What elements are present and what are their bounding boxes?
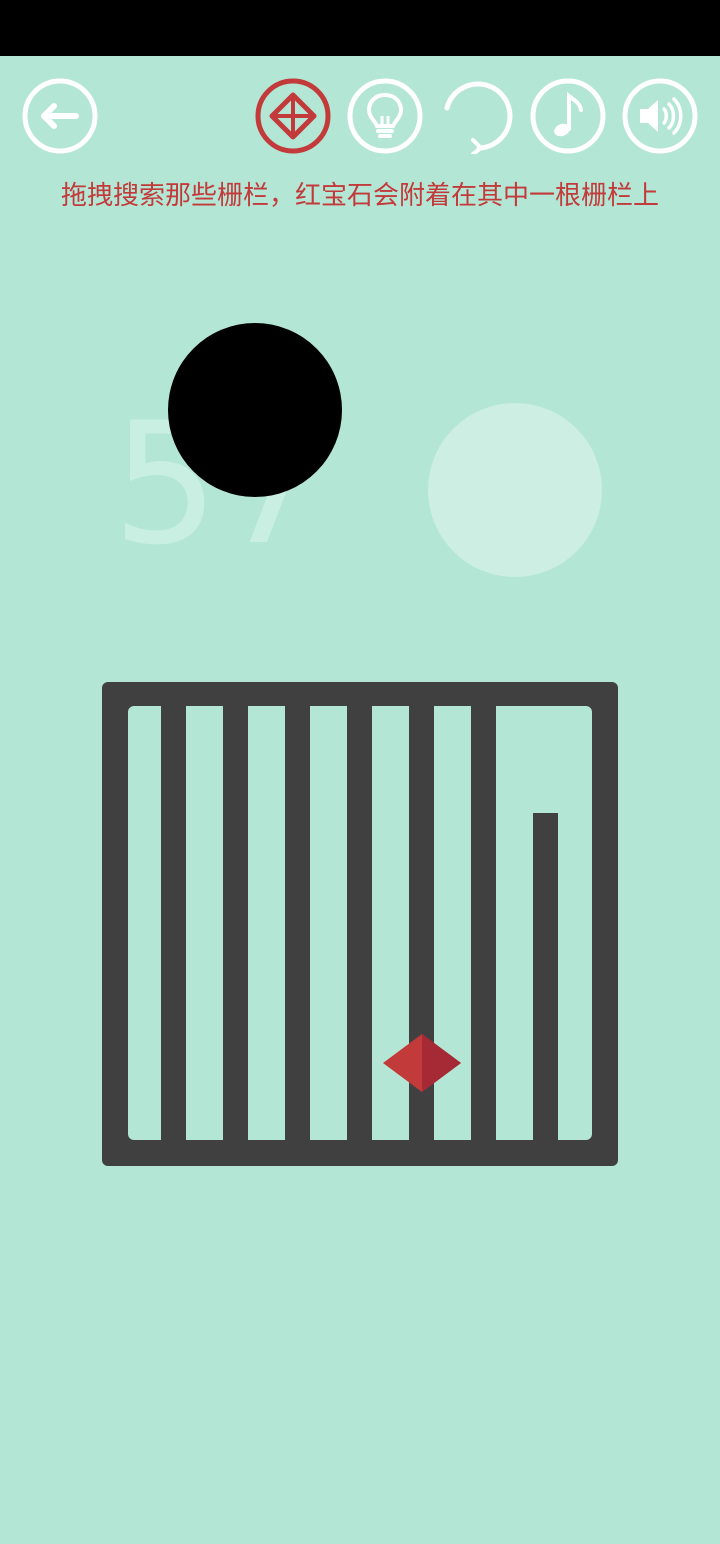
sound-button[interactable] xyxy=(622,78,698,154)
ruby-gem[interactable] xyxy=(383,1034,461,1092)
arrow-left-icon xyxy=(22,78,98,154)
restart-button[interactable] xyxy=(439,78,515,154)
back-button[interactable] xyxy=(22,78,98,154)
hint-button[interactable] xyxy=(347,78,423,154)
black-ball[interactable] xyxy=(168,323,342,497)
lightbulb-icon xyxy=(347,78,423,154)
cage-bar-7-short xyxy=(533,813,558,1142)
status-bar xyxy=(0,0,720,56)
pale-ball xyxy=(428,403,602,577)
cage-bar-6 xyxy=(471,702,496,1142)
game-screen: 拖拽搜索那些栅栏，红宝石会附着在其中一根栅栏上 57 xyxy=(0,0,720,1544)
cage-bar-1 xyxy=(161,702,186,1142)
cage-bar-4 xyxy=(347,702,372,1142)
gem-button[interactable] xyxy=(255,78,331,154)
cage-bar-2 xyxy=(223,702,248,1142)
speaker-icon xyxy=(622,78,698,154)
cage xyxy=(102,682,618,1166)
cage-graphic xyxy=(102,682,618,1166)
cage-bar-3 xyxy=(285,702,310,1142)
restart-icon xyxy=(444,81,513,154)
music-note-icon xyxy=(530,78,606,154)
music-button[interactable] xyxy=(530,78,606,154)
hint-text: 拖拽搜索那些栅栏，红宝石会附着在其中一根栅栏上 xyxy=(60,181,659,211)
gem-target-icon xyxy=(255,78,331,154)
